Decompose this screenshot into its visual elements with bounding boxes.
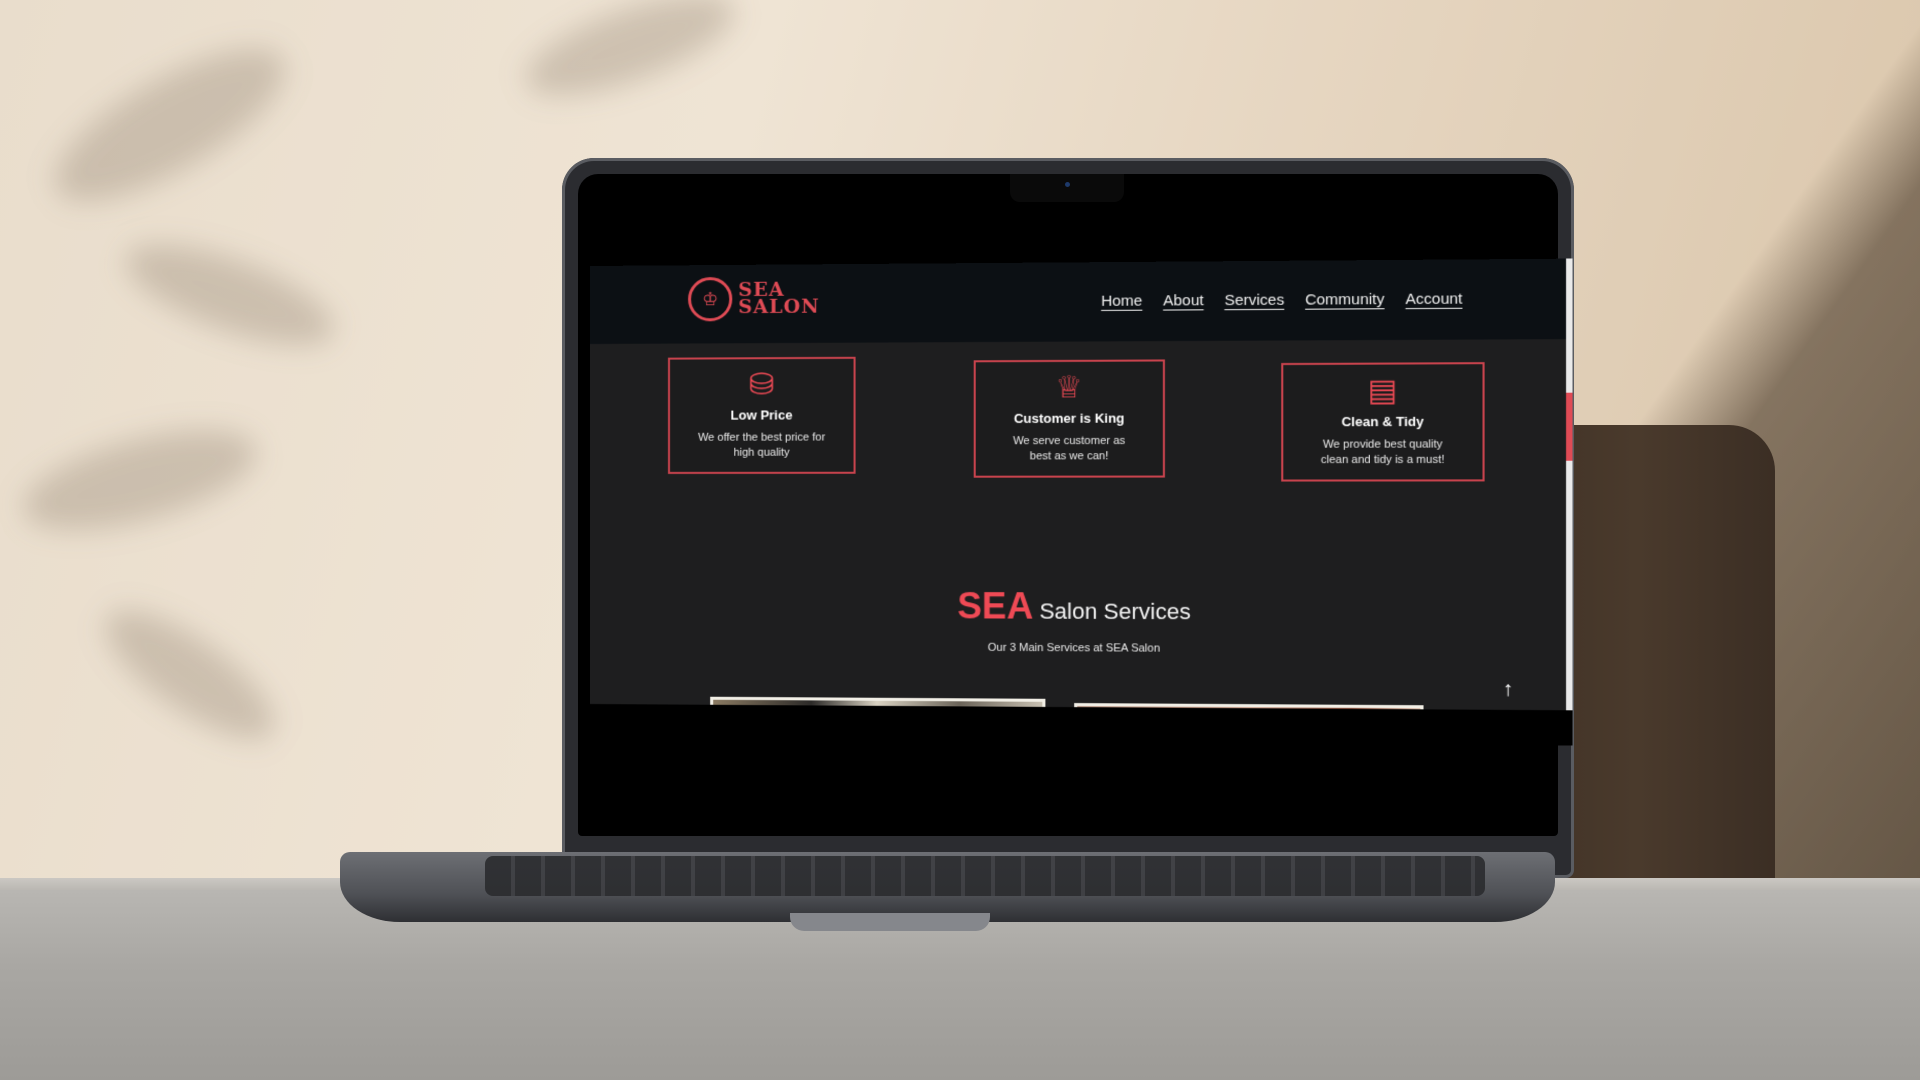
- services-brand-word: SEA: [957, 584, 1034, 627]
- services-title-rest: Salon Services: [1039, 598, 1191, 625]
- feature-title: Customer is King: [1013, 410, 1125, 426]
- plant-shadow: [514, 0, 746, 116]
- plant-shadow: [114, 224, 346, 366]
- services-subtitle: Our 3 Main Services at SEA Salon: [987, 641, 1161, 655]
- logo-wordmark: SEA SALON: [738, 279, 820, 319]
- nav-community[interactable]: Community: [1305, 291, 1384, 309]
- plant-shadow: [88, 588, 292, 762]
- id-card-icon: ▤: [1367, 373, 1398, 408]
- feature-card-clean-tidy: ▤ Clean & Tidy We provide best quality c…: [1281, 362, 1485, 482]
- services-heading: SEA Salon Services: [590, 584, 1572, 630]
- site-header: ♔ SEA SALON Home About Services Communit…: [590, 258, 1573, 344]
- coins-icon: ⛁: [748, 368, 775, 402]
- feature-desc: We provide best quality clean and tidy i…: [1320, 438, 1445, 467]
- keyboard: [485, 856, 1485, 896]
- logo-line-2: SALON: [738, 295, 820, 319]
- feature-card-low-price: ⛁ Low Price We offer the best price for …: [668, 356, 856, 474]
- nav-account[interactable]: Account: [1405, 290, 1462, 308]
- salon-chair-icon: ♔: [688, 276, 733, 322]
- scrollbar-track[interactable]: [1566, 258, 1573, 746]
- plant-shadow: [34, 21, 306, 229]
- nav-about[interactable]: About: [1163, 292, 1204, 310]
- site-logo[interactable]: ♔ SEA SALON: [688, 276, 820, 322]
- crown-icon: ♕: [1055, 370, 1083, 405]
- feature-desc: We offer the best price for high quality: [698, 431, 826, 459]
- trackpad-notch: [790, 913, 990, 931]
- feature-desc: We serve customer as best as we can!: [1012, 434, 1126, 463]
- website-viewport: ♔ SEA SALON Home About Services Communit…: [590, 258, 1573, 746]
- main-nav: Home About Services Community Account: [1101, 290, 1462, 310]
- nav-home[interactable]: Home: [1101, 292, 1142, 310]
- camera-icon: [1065, 182, 1070, 187]
- feature-title: Low Price: [730, 407, 793, 423]
- nav-services[interactable]: Services: [1224, 291, 1284, 309]
- arrow-up-icon[interactable]: ↑: [1494, 676, 1521, 703]
- features-section: ⛁ Low Price We offer the best price for …: [590, 354, 1572, 498]
- feature-card-customer-king: ♕ Customer is King We serve customer as …: [973, 359, 1165, 478]
- camera-notch: [1010, 174, 1124, 202]
- plant-shadow: [13, 410, 267, 550]
- photo-scene: ♔ SEA SALON Home About Services Communit…: [0, 0, 1920, 1080]
- feature-title: Clean & Tidy: [1341, 413, 1424, 430]
